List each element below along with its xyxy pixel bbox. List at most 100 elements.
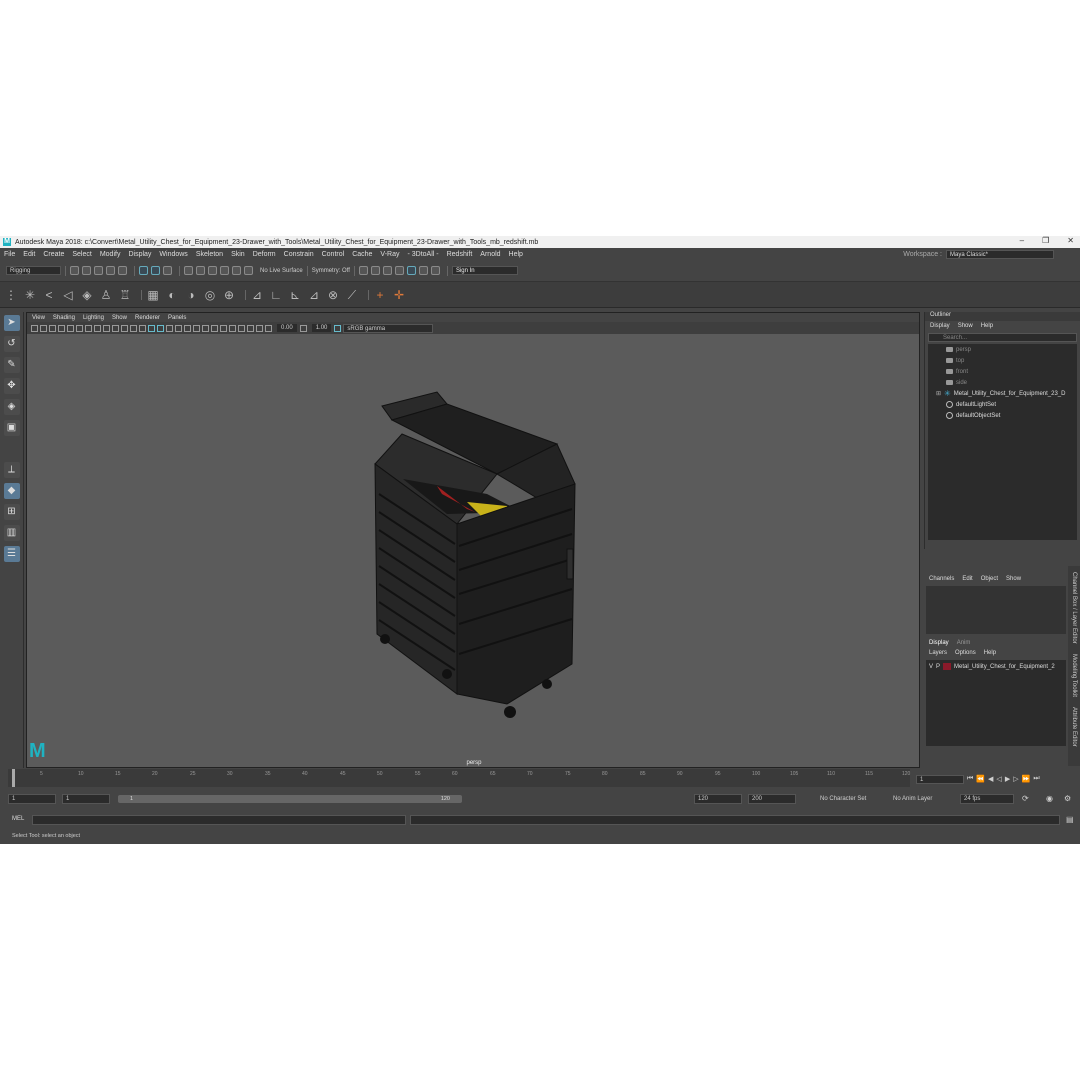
ik-handle-icon[interactable]: < (42, 288, 56, 302)
loop-icon[interactable]: ⟳ (1022, 794, 1029, 803)
channels-menu-show[interactable]: Show (1006, 576, 1021, 582)
select-object-icon[interactable] (151, 266, 160, 275)
menu-help[interactable]: Help (509, 251, 523, 258)
shadows-icon[interactable] (193, 324, 200, 332)
point-constraint-icon[interactable]: ⊿ (250, 288, 264, 302)
pole-vector-icon[interactable]: ⟋ (345, 288, 359, 302)
vp-menu-shading[interactable]: Shading (53, 315, 75, 321)
open-scene-icon[interactable] (82, 266, 91, 275)
character-icon[interactable]: ♖ (118, 288, 132, 302)
film-gate-icon[interactable] (94, 324, 101, 332)
maximize-button[interactable]: ❐ (1042, 236, 1049, 245)
single-perspective-icon[interactable]: ◆ (3, 483, 20, 499)
layer-playback-toggle[interactable]: P (936, 664, 940, 670)
pause-icon[interactable] (430, 266, 440, 275)
outliner-item-objectset[interactable]: defaultObjectSet (928, 410, 1077, 421)
outliner-item-side[interactable]: side (928, 377, 1077, 388)
field-chart-icon[interactable] (121, 324, 128, 332)
snap-surface-icon[interactable] (232, 266, 241, 275)
anim-prefs-icon[interactable]: ⚙ (1064, 794, 1071, 803)
layers-menu-help[interactable]: Help (984, 650, 996, 656)
minimize-button[interactable]: – (1020, 236, 1024, 245)
command-input[interactable] (32, 815, 406, 825)
smooth-shade-icon[interactable] (157, 324, 164, 332)
outliner-menu-help[interactable]: Help (981, 323, 993, 329)
menu-windows[interactable]: Windows (159, 251, 187, 258)
wireframe-icon[interactable] (148, 324, 155, 332)
2d-pan-icon[interactable] (67, 324, 74, 332)
exposure-icon[interactable] (265, 324, 272, 332)
side-tab-attribute-editor[interactable]: Attribute Editor (1071, 707, 1077, 747)
menu-cache[interactable]: Cache (352, 251, 372, 258)
aim-constraint-icon[interactable]: ∟ (269, 288, 283, 302)
play-forward-icon[interactable]: ▶ (1005, 775, 1010, 783)
step-forward-icon[interactable]: ▷ (1013, 775, 1018, 783)
range-slider[interactable]: 1 120 (118, 795, 462, 803)
lasso-tool-icon[interactable]: ↺ (3, 336, 20, 352)
side-tab-channel-box[interactable]: Channel Box / Layer Editor (1071, 572, 1077, 644)
step-forward-key-icon[interactable]: ⏩ (1022, 775, 1031, 783)
xray-icon[interactable] (247, 324, 254, 332)
character-set-dropdown[interactable]: No Character Set (820, 796, 866, 802)
render-view-icon[interactable] (418, 266, 428, 275)
gamma-field[interactable]: 1.00 (311, 324, 332, 332)
menu-deform[interactable]: Deform (253, 251, 276, 258)
vp-menu-view[interactable]: View (32, 315, 45, 321)
motion-blur-icon[interactable] (211, 324, 218, 332)
playback-end-field[interactable]: 120 (694, 794, 742, 804)
menu-skeleton[interactable]: Skeleton (196, 251, 223, 258)
ambient-occlusion-icon[interactable] (202, 324, 209, 332)
snap-grid-icon[interactable] (184, 266, 193, 275)
save-scene-icon[interactable] (94, 266, 103, 275)
paint-select-icon[interactable]: ✎ (3, 357, 20, 373)
depth-of-field-icon[interactable] (229, 324, 236, 332)
sign-in-button[interactable]: Sign In (451, 266, 518, 275)
undo-icon[interactable] (106, 266, 115, 275)
channels-menu-edit[interactable]: Edit (962, 576, 972, 582)
render-frame-icon[interactable] (370, 266, 380, 275)
script-editor-icon[interactable]: ▤ (1066, 815, 1074, 824)
orient-constraint-icon[interactable]: ⊾ (288, 288, 302, 302)
color-management-icon[interactable] (334, 324, 342, 332)
menu-vray[interactable]: V-Ray (380, 251, 399, 258)
mel-label[interactable]: MEL (12, 816, 24, 822)
human-ik-icon[interactable]: ♙ (99, 288, 113, 302)
outliner-search-input[interactable]: Search... (928, 333, 1077, 342)
parent-constraint-icon[interactable]: ⊗ (326, 288, 340, 302)
menu-constrain[interactable]: Constrain (284, 251, 314, 258)
ik-spline-icon[interactable]: ◁ (61, 288, 75, 302)
scale-constraint-icon[interactable]: ⊿ (307, 288, 321, 302)
menu-control[interactable]: Control (322, 251, 345, 258)
use-lights-icon[interactable] (184, 324, 191, 332)
outliner-item-chest[interactable]: ⊞ ✳ Metal_Utility_Chest_for_Equipment_23_D (928, 388, 1077, 399)
menu-modify[interactable]: Modify (100, 251, 121, 258)
locator-icon[interactable]: + (373, 288, 387, 302)
snap-curve-icon[interactable] (196, 266, 205, 275)
shelf-menu-icon[interactable]: ⋮ (4, 288, 18, 302)
menu-redshift[interactable]: Redshift (447, 251, 473, 258)
ipr-render-icon[interactable] (382, 266, 392, 275)
go-to-start-icon[interactable]: ⏮ (967, 775, 973, 783)
outliner-item-top[interactable]: top (928, 355, 1077, 366)
channels-menu-object[interactable]: Object (981, 576, 998, 582)
channels-menu-channels[interactable]: Channels (929, 576, 954, 582)
rotate-tool-icon[interactable]: ◈ (3, 399, 20, 415)
menu-display[interactable]: Display (128, 251, 151, 258)
four-view-icon[interactable]: ⊞ (3, 504, 20, 520)
show-manipulator-icon[interactable]: ⟂ (3, 462, 20, 478)
history-icon[interactable] (358, 266, 368, 275)
exposure-field[interactable]: 0.00 (277, 324, 297, 332)
wireframe-on-shaded-icon[interactable] (166, 324, 173, 332)
new-scene-icon[interactable] (70, 266, 79, 275)
scene-start-field[interactable]: 1 (8, 794, 56, 804)
hypershade-icon[interactable] (406, 266, 416, 275)
grid-icon[interactable] (85, 324, 92, 332)
tab-anim[interactable]: Anim (957, 640, 971, 646)
current-frame-marker[interactable] (12, 769, 15, 787)
step-back-key-icon[interactable]: ⏪ (976, 775, 985, 783)
sculpt-icon[interactable]: ⊕ (222, 288, 236, 302)
step-back-icon[interactable]: ◀ (988, 775, 993, 783)
vp-menu-show[interactable]: Show (112, 315, 127, 321)
redo-icon[interactable] (118, 266, 127, 275)
viewport-panel[interactable]: View Shading Lighting Show Renderer Pane… (26, 312, 920, 768)
